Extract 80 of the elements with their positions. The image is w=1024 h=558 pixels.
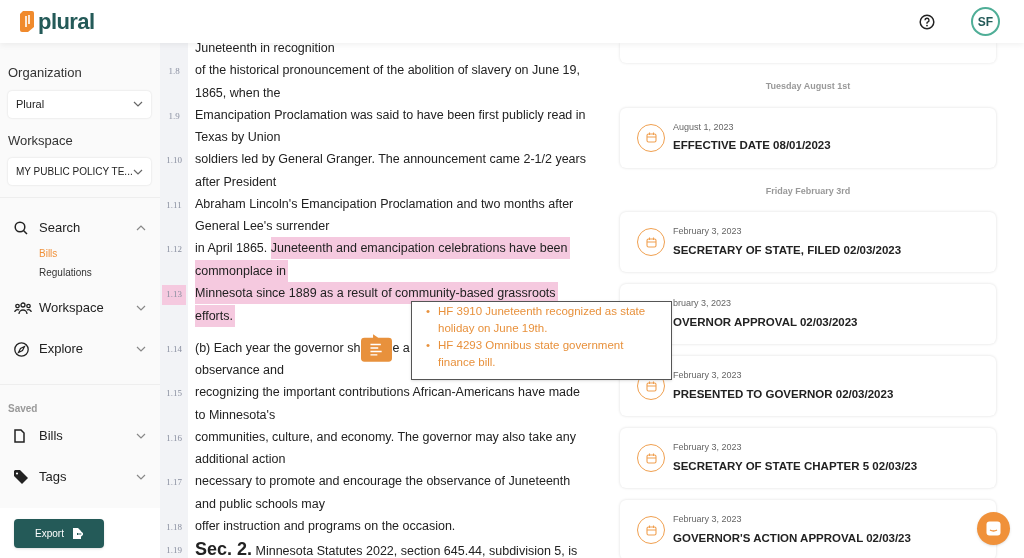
line-number: 1.12 <box>165 243 183 257</box>
people-icon <box>14 301 32 315</box>
chevron-down-icon <box>136 433 146 439</box>
document-line: necessary to promote and encourage the observance of Juneteenth <box>194 473 571 491</box>
chevron-down-icon <box>136 305 146 311</box>
document-line: Abraham Lincoln's Emancipation Proclamation and two months after <box>194 195 574 213</box>
export-file-icon <box>71 527 83 539</box>
event-date: February 3, 2023 <box>673 225 743 239</box>
document-line: (b) Each year the governor sh e a <box>188 336 410 359</box>
nav-item[interactable]: Workspace <box>0 296 160 320</box>
line-number: 1.8 <box>167 65 181 79</box>
logo-icon <box>20 11 34 32</box>
tag-icon <box>14 470 28 484</box>
nav-item[interactable]: Explore <box>0 337 160 361</box>
chevron-up-icon <box>136 225 146 231</box>
document-line: observance and <box>194 362 284 380</box>
line-number: 1.18 <box>165 521 183 535</box>
file-icon <box>14 429 25 443</box>
document-line: and public schools may <box>194 495 325 513</box>
line-number: 1.9 <box>167 109 181 123</box>
document-line: after President <box>194 173 277 191</box>
nav-item[interactable]: Bills <box>0 424 160 448</box>
event-date: August 1, 2023 <box>673 120 735 134</box>
export-button[interactable]: Export <box>14 518 104 548</box>
line-number: 1.16 <box>165 431 183 445</box>
event-title: PRESENTED TO GOVERNOR 02/03/2023 <box>673 386 894 402</box>
help-icon[interactable] <box>919 13 935 30</box>
event-title: SECRETARY OF STATE CHAPTER 5 02/03/23 <box>673 458 918 474</box>
document-line: of the historical pronouncement of the abolition of slavery on June 19, <box>194 62 580 80</box>
line-number: 1.19 <box>165 543 183 557</box>
document-line: additional action <box>194 451 286 469</box>
event-title: OVERNOR APPROVAL 02/03/2023 <box>673 314 858 330</box>
logo-text[interactable]: plural <box>38 10 95 33</box>
nav-item[interactable]: Search <box>0 216 160 240</box>
event-title: SECRETARY OF STATE, FILED 02/03/2023 <box>673 242 902 258</box>
event-date: February 3, 2023 <box>673 513 743 527</box>
bullet: • <box>426 338 432 353</box>
field-label: Organization <box>8 64 83 82</box>
compass-icon <box>14 341 29 357</box>
search-icon <box>14 221 28 235</box>
chevron-down-icon <box>136 346 146 352</box>
line-number: 1.10 <box>165 154 183 168</box>
document-line: Sec. 2. Minnesota Statutes 2022, section 645.44, subdivision 5, is <box>194 537 578 558</box>
nav-subitem[interactable]: Regulations <box>39 263 92 282</box>
tooltip-item: HF 3910 Juneteenth recognized as state holiday on June 19th. <box>438 304 647 336</box>
date-heading: Tuesday August 1st <box>765 80 851 93</box>
document-line: soldiers led by General Granger. The announcement came 2-1/2 years <box>194 151 586 169</box>
document-line: General Lee's surrender <box>194 218 330 236</box>
comment-icon[interactable] <box>361 333 393 362</box>
event-title: EFFECTIVE DATE 08/01/2023 <box>673 138 831 154</box>
event-date: bruary 3, 2023 <box>673 297 733 311</box>
line-number: 1.17 <box>165 476 183 490</box>
event-date: February 3, 2023 <box>673 441 743 455</box>
chat-icon <box>986 521 1001 536</box>
document-line: 1865, when the <box>194 84 281 102</box>
document-line: recognizing the important contributions African-Americans have made <box>194 384 580 402</box>
chevron-down-icon <box>133 168 143 175</box>
field-label: Workspace <box>8 131 74 150</box>
event-title: GOVERNOR'S ACTION APPROVAL 02/03/23 <box>673 530 911 546</box>
date-heading: Friday February 3rd <box>765 184 851 198</box>
document-line: Juneteenth in recognition <box>194 43 335 57</box>
document-line: Texas by Union <box>194 129 281 147</box>
workspace-select[interactable]: MY PUBLIC POLICY TE... <box>8 158 151 185</box>
document-line: offer instruction and programs on the occasion. <box>194 518 456 536</box>
chevron-down-icon <box>136 474 146 480</box>
bullet: • <box>426 304 432 319</box>
document-line: communities, culture, and economy. The governor may also take any <box>194 428 576 446</box>
event-date: February 3, 2023 <box>673 369 743 383</box>
chevron-down-icon <box>133 101 143 107</box>
line-number: 1.13 <box>162 285 186 305</box>
line-number: 1.15 <box>165 387 183 401</box>
nav-item[interactable]: Tags <box>0 465 160 489</box>
organization-select[interactable]: Plural <box>8 90 151 118</box>
document-line: Emancipation Proclamation was said to have been first publicly read in <box>194 106 586 124</box>
section-label: Saved <box>7 402 39 416</box>
document-line: to Minnesota's <box>194 406 276 424</box>
line-number: 1.11 <box>165 198 183 212</box>
line-number: 1.14 <box>165 342 183 356</box>
tooltip-item: HF 4293 Omnibus state government finance bill. <box>438 338 625 370</box>
user-avatar[interactable]: SF <box>971 7 1000 36</box>
